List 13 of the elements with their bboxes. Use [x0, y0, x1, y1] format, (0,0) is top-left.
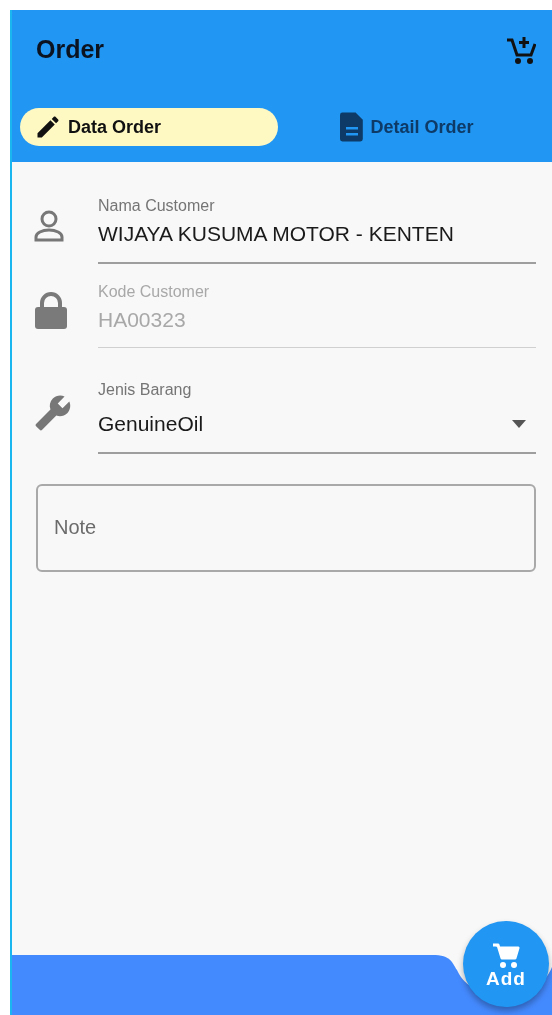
person-icon	[34, 209, 64, 242]
app-bar-title: Order	[36, 34, 105, 66]
note-field[interactable]: Note	[36, 483, 536, 572]
lock-icon	[34, 291, 68, 330]
dropdown-field[interactable]: Jenis Barang GenuineOil	[98, 372, 536, 454]
document-icon	[340, 112, 365, 142]
add-to-cart-icon[interactable]	[506, 34, 536, 66]
text-field[interactable]: Nama Customer WIJAYA KUSUMA MOTOR - KENTEN	[98, 188, 536, 264]
wrench-icon	[34, 393, 72, 432]
tab[interactable]: Data Order	[20, 108, 278, 146]
cart-icon	[492, 943, 520, 969]
tab[interactable]: Detail Order	[278, 108, 536, 146]
dropdown-caret-icon	[512, 419, 526, 428]
